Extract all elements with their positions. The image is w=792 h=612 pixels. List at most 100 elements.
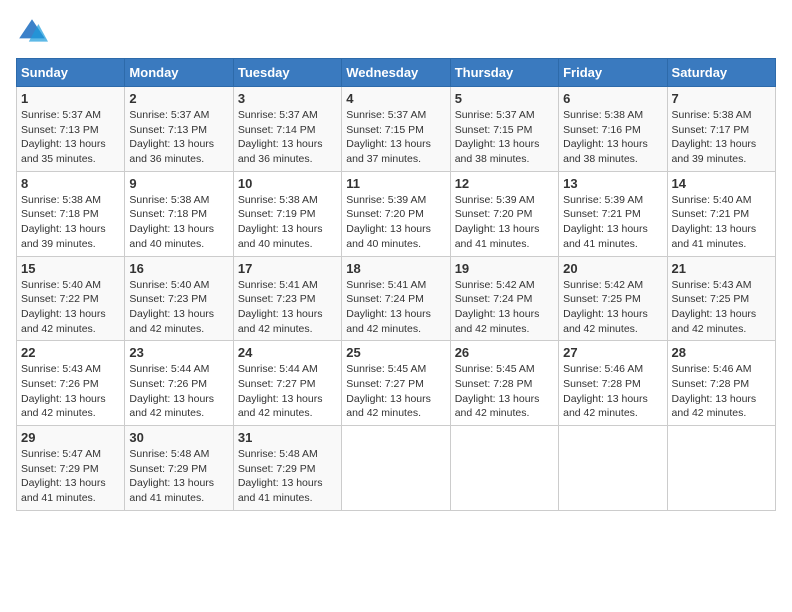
day-detail: Sunrise: 5:40 AMSunset: 7:21 PMDaylight:…: [672, 194, 757, 250]
day-number: 28: [672, 345, 771, 360]
day-number: 8: [21, 176, 120, 191]
day-detail: Sunrise: 5:46 AMSunset: 7:28 PMDaylight:…: [563, 363, 648, 419]
day-number: 24: [238, 345, 337, 360]
day-detail: Sunrise: 5:38 AMSunset: 7:16 PMDaylight:…: [563, 109, 648, 165]
day-number: 1: [21, 91, 120, 106]
day-detail: Sunrise: 5:38 AMSunset: 7:18 PMDaylight:…: [129, 194, 214, 250]
day-number: 10: [238, 176, 337, 191]
day-number: 23: [129, 345, 228, 360]
day-number: 14: [672, 176, 771, 191]
day-number: 19: [455, 261, 554, 276]
day-number: 11: [346, 176, 445, 191]
calendar-cell-18: 18 Sunrise: 5:41 AMSunset: 7:24 PMDaylig…: [342, 256, 450, 341]
calendar-cell-23: 23 Sunrise: 5:44 AMSunset: 7:26 PMDaylig…: [125, 341, 233, 426]
day-detail: Sunrise: 5:37 AMSunset: 7:15 PMDaylight:…: [455, 109, 540, 165]
day-detail: Sunrise: 5:37 AMSunset: 7:13 PMDaylight:…: [21, 109, 106, 165]
calendar-cell-30: 30 Sunrise: 5:48 AMSunset: 7:29 PMDaylig…: [125, 426, 233, 511]
calendar-cell-6: 6 Sunrise: 5:38 AMSunset: 7:16 PMDayligh…: [559, 87, 667, 172]
day-number: 3: [238, 91, 337, 106]
col-header-saturday: Saturday: [667, 59, 775, 87]
day-detail: Sunrise: 5:37 AMSunset: 7:13 PMDaylight:…: [129, 109, 214, 165]
day-detail: Sunrise: 5:43 AMSunset: 7:25 PMDaylight:…: [672, 279, 757, 335]
day-detail: Sunrise: 5:48 AMSunset: 7:29 PMDaylight:…: [129, 448, 214, 504]
calendar-cell-8: 8 Sunrise: 5:38 AMSunset: 7:18 PMDayligh…: [17, 171, 125, 256]
calendar-cell-7: 7 Sunrise: 5:38 AMSunset: 7:17 PMDayligh…: [667, 87, 775, 172]
day-number: 12: [455, 176, 554, 191]
col-header-thursday: Thursday: [450, 59, 558, 87]
day-number: 26: [455, 345, 554, 360]
calendar-cell-5: 5 Sunrise: 5:37 AMSunset: 7:15 PMDayligh…: [450, 87, 558, 172]
day-number: 5: [455, 91, 554, 106]
calendar-cell-10: 10 Sunrise: 5:38 AMSunset: 7:19 PMDaylig…: [233, 171, 341, 256]
col-header-friday: Friday: [559, 59, 667, 87]
day-number: 30: [129, 430, 228, 445]
day-number: 20: [563, 261, 662, 276]
day-number: 31: [238, 430, 337, 445]
calendar-cell-17: 17 Sunrise: 5:41 AMSunset: 7:23 PMDaylig…: [233, 256, 341, 341]
empty-cell: [342, 426, 450, 511]
day-detail: Sunrise: 5:43 AMSunset: 7:26 PMDaylight:…: [21, 363, 106, 419]
empty-cell: [450, 426, 558, 511]
day-detail: Sunrise: 5:44 AMSunset: 7:26 PMDaylight:…: [129, 363, 214, 419]
empty-cell: [559, 426, 667, 511]
calendar-cell-9: 9 Sunrise: 5:38 AMSunset: 7:18 PMDayligh…: [125, 171, 233, 256]
logo: [16, 16, 52, 48]
calendar-cell-19: 19 Sunrise: 5:42 AMSunset: 7:24 PMDaylig…: [450, 256, 558, 341]
empty-cell: [667, 426, 775, 511]
calendar-cell-29: 29 Sunrise: 5:47 AMSunset: 7:29 PMDaylig…: [17, 426, 125, 511]
day-detail: Sunrise: 5:39 AMSunset: 7:21 PMDaylight:…: [563, 194, 648, 250]
calendar-cell-21: 21 Sunrise: 5:43 AMSunset: 7:25 PMDaylig…: [667, 256, 775, 341]
day-detail: Sunrise: 5:42 AMSunset: 7:24 PMDaylight:…: [455, 279, 540, 335]
day-detail: Sunrise: 5:39 AMSunset: 7:20 PMDaylight:…: [455, 194, 540, 250]
calendar-cell-27: 27 Sunrise: 5:46 AMSunset: 7:28 PMDaylig…: [559, 341, 667, 426]
logo-icon: [16, 16, 48, 48]
day-number: 27: [563, 345, 662, 360]
day-detail: Sunrise: 5:42 AMSunset: 7:25 PMDaylight:…: [563, 279, 648, 335]
day-number: 17: [238, 261, 337, 276]
day-number: 18: [346, 261, 445, 276]
day-detail: Sunrise: 5:44 AMSunset: 7:27 PMDaylight:…: [238, 363, 323, 419]
day-detail: Sunrise: 5:37 AMSunset: 7:15 PMDaylight:…: [346, 109, 431, 165]
day-detail: Sunrise: 5:41 AMSunset: 7:23 PMDaylight:…: [238, 279, 323, 335]
day-number: 16: [129, 261, 228, 276]
day-detail: Sunrise: 5:40 AMSunset: 7:22 PMDaylight:…: [21, 279, 106, 335]
calendar-table: SundayMondayTuesdayWednesdayThursdayFrid…: [16, 58, 776, 511]
col-header-monday: Monday: [125, 59, 233, 87]
col-header-tuesday: Tuesday: [233, 59, 341, 87]
day-number: 9: [129, 176, 228, 191]
calendar-cell-24: 24 Sunrise: 5:44 AMSunset: 7:27 PMDaylig…: [233, 341, 341, 426]
calendar-cell-15: 15 Sunrise: 5:40 AMSunset: 7:22 PMDaylig…: [17, 256, 125, 341]
calendar-cell-13: 13 Sunrise: 5:39 AMSunset: 7:21 PMDaylig…: [559, 171, 667, 256]
day-number: 21: [672, 261, 771, 276]
day-detail: Sunrise: 5:45 AMSunset: 7:27 PMDaylight:…: [346, 363, 431, 419]
day-detail: Sunrise: 5:47 AMSunset: 7:29 PMDaylight:…: [21, 448, 106, 504]
calendar-cell-3: 3 Sunrise: 5:37 AMSunset: 7:14 PMDayligh…: [233, 87, 341, 172]
calendar-cell-31: 31 Sunrise: 5:48 AMSunset: 7:29 PMDaylig…: [233, 426, 341, 511]
calendar-cell-14: 14 Sunrise: 5:40 AMSunset: 7:21 PMDaylig…: [667, 171, 775, 256]
day-detail: Sunrise: 5:41 AMSunset: 7:24 PMDaylight:…: [346, 279, 431, 335]
day-number: 2: [129, 91, 228, 106]
day-detail: Sunrise: 5:38 AMSunset: 7:17 PMDaylight:…: [672, 109, 757, 165]
day-number: 6: [563, 91, 662, 106]
day-detail: Sunrise: 5:48 AMSunset: 7:29 PMDaylight:…: [238, 448, 323, 504]
day-number: 15: [21, 261, 120, 276]
day-detail: Sunrise: 5:39 AMSunset: 7:20 PMDaylight:…: [346, 194, 431, 250]
day-number: 13: [563, 176, 662, 191]
day-detail: Sunrise: 5:38 AMSunset: 7:18 PMDaylight:…: [21, 194, 106, 250]
col-header-sunday: Sunday: [17, 59, 125, 87]
calendar-cell-28: 28 Sunrise: 5:46 AMSunset: 7:28 PMDaylig…: [667, 341, 775, 426]
col-header-wednesday: Wednesday: [342, 59, 450, 87]
day-number: 25: [346, 345, 445, 360]
page-header: [16, 16, 776, 48]
calendar-cell-2: 2 Sunrise: 5:37 AMSunset: 7:13 PMDayligh…: [125, 87, 233, 172]
day-detail: Sunrise: 5:40 AMSunset: 7:23 PMDaylight:…: [129, 279, 214, 335]
day-number: 7: [672, 91, 771, 106]
calendar-cell-16: 16 Sunrise: 5:40 AMSunset: 7:23 PMDaylig…: [125, 256, 233, 341]
calendar-cell-25: 25 Sunrise: 5:45 AMSunset: 7:27 PMDaylig…: [342, 341, 450, 426]
calendar-cell-20: 20 Sunrise: 5:42 AMSunset: 7:25 PMDaylig…: [559, 256, 667, 341]
day-number: 22: [21, 345, 120, 360]
calendar-cell-26: 26 Sunrise: 5:45 AMSunset: 7:28 PMDaylig…: [450, 341, 558, 426]
calendar-cell-11: 11 Sunrise: 5:39 AMSunset: 7:20 PMDaylig…: [342, 171, 450, 256]
day-number: 4: [346, 91, 445, 106]
calendar-cell-4: 4 Sunrise: 5:37 AMSunset: 7:15 PMDayligh…: [342, 87, 450, 172]
